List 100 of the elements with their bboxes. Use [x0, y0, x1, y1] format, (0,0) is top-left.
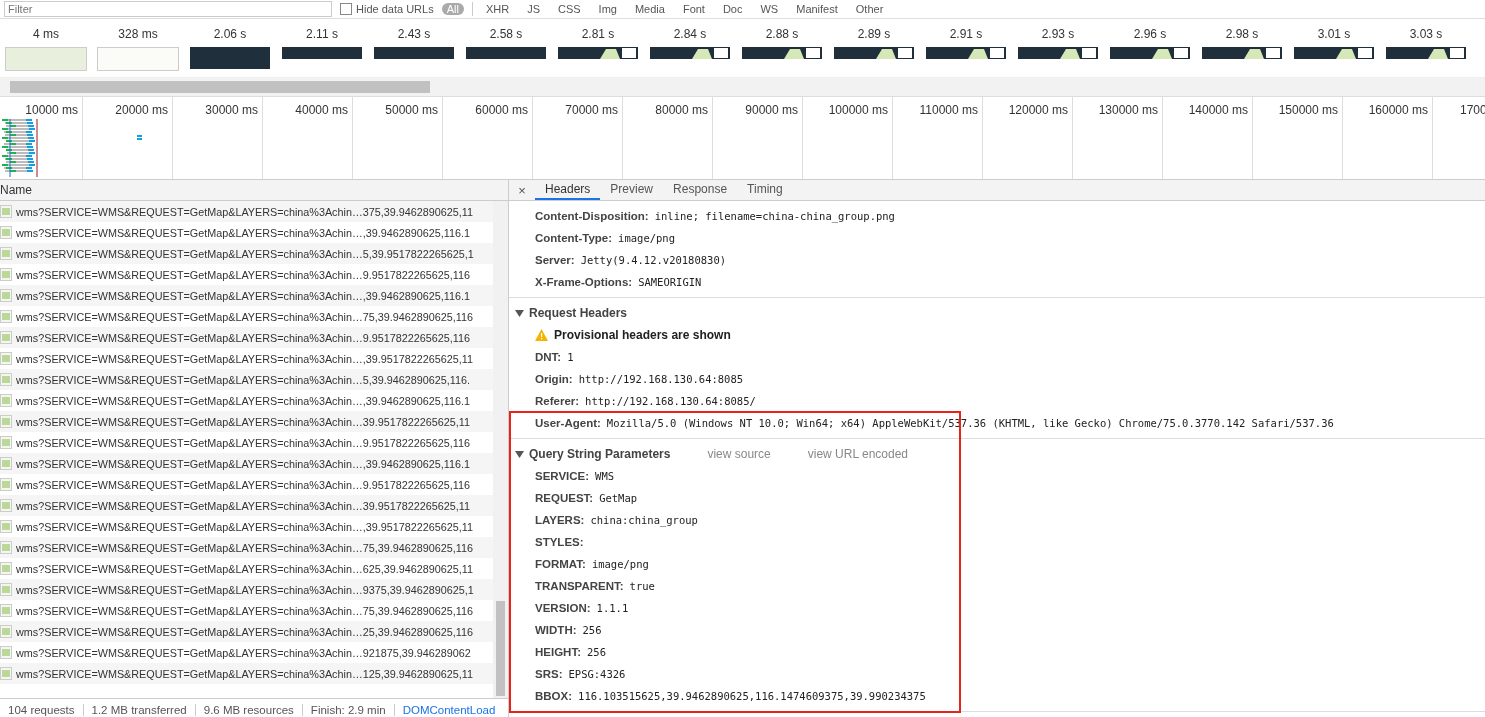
- frame-time: 2.98 s: [1225, 27, 1259, 41]
- detail-tab[interactable]: Timing: [737, 180, 793, 200]
- timeline-tick-label: 50000 ms: [385, 103, 438, 117]
- header-name: SERVICE:: [535, 470, 590, 482]
- collapse-triangle-icon[interactable]: [515, 450, 524, 458]
- timeline-tick-label: 100000 ms: [828, 103, 888, 117]
- frame-time: 2.89 s: [857, 27, 891, 41]
- page-thumbnail[interactable]: [97, 47, 179, 71]
- timeline-tick-label: 160000 ms: [1368, 103, 1428, 117]
- request-name[interactable]: wms?SERVICE=WMS&REQUEST=GetMap&LAYERS=china%3Achin…75,39.9462890625,116: [16, 310, 473, 323]
- timeline-tick-label: 40000 ms: [295, 103, 348, 117]
- page-thumbnail[interactable]: [374, 47, 454, 59]
- status-text: 104 requests: [0, 704, 84, 716]
- scrollbar-thumb[interactable]: [10, 81, 430, 93]
- request-name[interactable]: wms?SERVICE=WMS&REQUEST=GetMap&LAYERS=china%3Achin…75,39.9462890625,116: [16, 604, 473, 617]
- frame-time: 2.96 s: [1133, 27, 1167, 41]
- type-filter-button[interactable]: WS: [755, 3, 784, 15]
- section-title[interactable]: Query String Parameters: [529, 447, 671, 461]
- frame-time: 2.58 s: [489, 27, 523, 41]
- frame-time: 2.91 s: [949, 27, 983, 41]
- page-thumbnail[interactable]: [466, 47, 546, 59]
- request-name[interactable]: wms?SERVICE=WMS&REQUEST=GetMap&LAYERS=china%3Achin…921875,39.946289062: [16, 646, 471, 659]
- timeline-tick-label: 110000 ms: [919, 103, 978, 117]
- image-file-icon: [0, 604, 12, 617]
- request-name[interactable]: wms?SERVICE=WMS&REQUEST=GetMap&LAYERS=china%3Achin…9.9517822265625,116: [16, 436, 470, 449]
- header-value: EPSG:4326: [568, 668, 626, 680]
- request-name[interactable]: wms?SERVICE=WMS&REQUEST=GetMap&LAYERS=china%3Achin…,39.9517822265625,11: [16, 352, 473, 365]
- header-name: TRANSPARENT:: [535, 580, 624, 592]
- frame-time: 2.84 s: [673, 27, 707, 41]
- timeline-tick-label: 10000 ms: [25, 103, 78, 117]
- header-name: Content-Disposition:: [535, 210, 649, 222]
- header-value: 1: [567, 351, 574, 363]
- timeline-tick-label: 140000 ms: [1188, 103, 1248, 117]
- status-text: 9.6 MB resources: [195, 704, 303, 716]
- section-title[interactable]: Request Headers: [529, 306, 628, 320]
- header-value: GetMap: [599, 492, 638, 504]
- header-name: FORMAT:: [535, 558, 586, 570]
- type-filter-button[interactable]: JS: [522, 3, 545, 15]
- timeline-tick-label: 60000 ms: [475, 103, 528, 117]
- frame-time: 328 ms: [118, 27, 158, 41]
- header-value: 116.103515625,39.9462890625,116.1474609375,39.990234375: [578, 690, 926, 702]
- header-name: Referer:: [535, 395, 580, 407]
- request-name[interactable]: wms?SERVICE=WMS&REQUEST=GetMap&LAYERS=china%3Achin…9.9517822265625,116: [16, 268, 470, 281]
- header-name: BBOX:: [535, 690, 573, 702]
- scrollbar-thumb[interactable]: [496, 601, 505, 696]
- image-file-icon: [0, 226, 12, 239]
- type-filter-button[interactable]: XHR: [480, 3, 515, 15]
- request-name[interactable]: wms?SERVICE=WMS&REQUEST=GetMap&LAYERS=china%3Achin…625,39.9462890625,11: [16, 562, 473, 575]
- type-filter-button[interactable]: Doc: [717, 3, 748, 15]
- page-thumbnail[interactable]: [282, 47, 362, 59]
- page-thumbnail[interactable]: [5, 47, 87, 71]
- filter-field[interactable]: Filter: [4, 1, 332, 17]
- header-value: china:china_group: [590, 514, 698, 526]
- checkbox-label: Hide data URLs: [356, 3, 434, 15]
- image-file-icon: [0, 646, 12, 659]
- status-link[interactable]: DOMContentLoad: [394, 704, 504, 716]
- close-button[interactable]: ×: [509, 180, 535, 200]
- view-toggle-link[interactable]: view source: [707, 447, 771, 461]
- collapse-triangle-icon[interactable]: [515, 309, 524, 317]
- view-toggle-link[interactable]: view URL encoded: [807, 447, 909, 461]
- column-header[interactable]: Name: [0, 183, 32, 197]
- header-value: 1.1.1: [596, 602, 629, 614]
- page-thumbnail[interactable]: [190, 47, 270, 69]
- timeline-tick-label: 150000 ms: [1278, 103, 1338, 117]
- timeline-tick-label: 120000 ms: [1008, 103, 1068, 117]
- frame-time: 2.81 s: [581, 27, 615, 41]
- detail-tab[interactable]: Headers: [535, 180, 601, 200]
- header-value: http://192.168.130.64:8085/: [585, 395, 756, 407]
- timeline-tick-label: 70000 ms: [565, 103, 618, 117]
- detail-tab[interactable]: Response: [663, 180, 738, 200]
- header-name: HEIGHT:: [535, 646, 581, 658]
- type-filter-button[interactable]: Manifest: [791, 3, 843, 15]
- frame-time: 3.01 s: [1317, 27, 1351, 41]
- frame-time: 3.03 s: [1409, 27, 1443, 41]
- request-name[interactable]: wms?SERVICE=WMS&REQUEST=GetMap&LAYERS=china%3Achin…,39.9517822265625,11: [16, 520, 473, 533]
- header-value: image/png: [591, 558, 649, 570]
- timeline-tick-label: 80000 ms: [655, 103, 708, 117]
- request-name[interactable]: wms?SERVICE=WMS&REQUEST=GetMap&LAYERS=china%3Achin…,39.9462890625,116.1: [16, 394, 470, 407]
- frame-time: 2.06 s: [213, 27, 247, 41]
- header-value: inline; filename=china-china_group.png: [654, 210, 895, 222]
- header-value: Jetty(9.4.12.v20180830): [580, 254, 727, 266]
- detail-tab[interactable]: Preview: [600, 180, 664, 200]
- checkbox[interactable]: [340, 3, 352, 15]
- frame-time: 4 ms: [33, 27, 59, 41]
- request-name[interactable]: wms?SERVICE=WMS&REQUEST=GetMap&LAYERS=china%3Achin…,39.9462890625,116.1: [16, 226, 470, 239]
- type-filter-button[interactable]: Font: [677, 3, 710, 15]
- header-name: SRS:: [535, 668, 563, 680]
- type-filter-button[interactable]: Other: [850, 3, 889, 15]
- request-name[interactable]: wms?SERVICE=WMS&REQUEST=GetMap&LAYERS=china%3Achin…9.9517822265625,116: [16, 478, 470, 491]
- header-value: http://192.168.130.64:8085: [578, 373, 744, 385]
- header-value: image/png: [618, 232, 675, 244]
- type-filter-button[interactable]: Img: [593, 3, 622, 15]
- header-name: X-Frame-Options:: [535, 276, 633, 288]
- timeline-tick-label: 20000 ms: [115, 103, 168, 117]
- type-filter-button[interactable]: CSS: [552, 3, 586, 15]
- header-name: Server:: [535, 254, 575, 266]
- timeline-tick-label: 90000 ms: [745, 103, 798, 117]
- header-name: DNT:: [535, 351, 562, 363]
- type-filter-button[interactable]: Media: [629, 3, 670, 15]
- header-name: LAYERS:: [535, 514, 585, 526]
